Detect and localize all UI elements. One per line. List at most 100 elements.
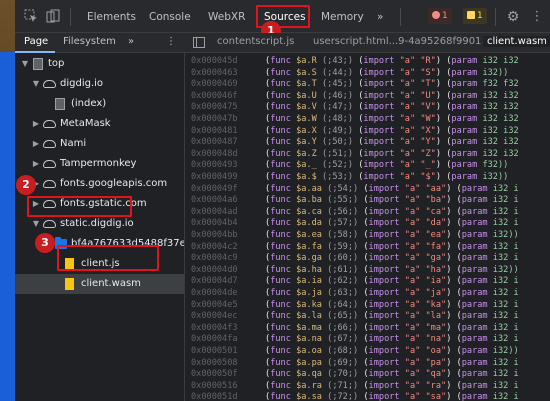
code-editor[interactable]: 0x000045d (func $a.R (;43;) (import "a" "… [185,53,550,401]
line-address: 0x00004b4 [191,218,238,229]
tree-item-index[interactable]: (index) [15,94,184,114]
client-wasm-highlight [57,245,159,271]
code-text: (func $a.$ (;53;) (import "a" "$") (para… [265,172,509,182]
cursor-select-icon[interactable] [23,9,39,25]
line-address: 0x000050f [191,369,238,380]
code-text: (func $a.R (;43;) (import "a" "R") (para… [265,56,519,66]
line-address: 0x00004de [191,288,238,298]
error-badge[interactable]: 1 [428,8,452,24]
tree-item-nami[interactable]: ▶ Nami [15,134,184,154]
more-tabs-button[interactable]: » [377,9,383,25]
code-line: 0x000046f (func $a.U (;46;) (import "a" "… [185,91,550,103]
toolbar-divider [495,8,496,26]
code-line: 0x0000475 (func $a.V (;47;) (import "a" "… [185,102,550,114]
tree-item-tampermonkey[interactable]: ▶ Tampermonkey [15,154,184,174]
cloud-icon [43,120,56,128]
line-address: 0x000046f [191,90,238,101]
line-address: 0x000048d [191,148,238,159]
tab-webxr[interactable]: WebXR [208,9,245,25]
code-line: 0x0000499 (func $a.$ (;53;) (import "a" "… [185,172,550,184]
navigator-menu-icon[interactable]: ⋮ [166,36,176,47]
code-line: 0x00004b4 (func $a.da (;57;) (import "a" … [185,218,550,230]
cloud-icon [43,220,56,228]
code-line: 0x00004c2 (func $a.fa (;59;) (import "a" … [185,242,550,254]
code-line: 0x00004bb (func $a.ea (;58;) (import "a" … [185,230,550,242]
code-line: 0x000048d (func $a.Z (;51;) (import "a" "… [185,149,550,161]
code-text: (func $a.sa (;72;) (import "a" "sa") (pa… [265,392,519,401]
cloud-icon [43,80,56,88]
expanded-arrow-icon: ▼ [32,79,40,88]
line-address: 0x00004bb [191,230,238,240]
tree-item-fonts-googleapis[interactable]: ▶ fonts.googleapis.com [15,174,184,194]
code-text: (func $a.X (;49;) (import "a" "X") (para… [265,125,519,136]
toggle-navigator-icon[interactable] [193,37,205,48]
tab-filesystem[interactable]: Filesystem [63,36,116,47]
code-text: (func $a.da (;57;) (import "a" "da") (pa… [265,218,519,229]
line-address: 0x00004e5 [191,299,238,310]
code-line: 0x00004d7 (func $a.ia (;62;) (import "a" … [185,276,550,288]
line-address: 0x0000475 [191,102,238,113]
toolbar-divider [400,8,401,26]
editor-tab-userscript[interactable]: userscript.html...9-4a95268f9901 [313,36,481,47]
code-text: (func $a.Z (;51;) (import "a" "Z") (para… [265,148,519,159]
code-line: 0x000051d (func $a.sa (;72;) (import "a" … [185,392,550,401]
code-text: (func $a.W (;48;) (import "a" "W") (para… [265,114,519,124]
tree-item-label: MetaMask [60,118,111,129]
tree-item-label: Tampermonkey [60,158,137,169]
code-text: (func $a.ja (;63;) (import "a" "ja") (pa… [265,288,519,298]
tab-page[interactable]: Page [24,36,48,47]
line-address: 0x0000516 [191,380,238,391]
kebab-menu-icon[interactable]: ⋮ [529,9,545,25]
static-digdig-highlight [27,196,132,217]
expanded-arrow-icon: ▼ [32,219,40,228]
code-text: (func $a.oa (;68;) (import "a" "oa") (pa… [265,346,519,356]
error-count: 1 [442,11,448,21]
warning-count: 1 [477,11,483,21]
code-line: 0x00004e5 (func $a.ka (;64;) (import "a" … [185,300,550,312]
step-2-marker: 2 [16,175,36,195]
gear-icon[interactable]: ⚙ [505,9,521,25]
code-text: (func $a.ia (;62;) (import "a" "ia") (pa… [265,276,519,287]
code-line: 0x0000501 (func $a.oa (;68;) (import "a" … [185,346,550,358]
tab-elements[interactable]: Elements [87,9,136,25]
tab-memory[interactable]: Memory [321,9,364,25]
code-line: 0x0000508 (func $a.pa (;69;) (import "a" … [185,358,550,370]
editor-tab-contentscript[interactable]: contentscript.js [217,36,294,47]
line-address: 0x0000469 [191,79,238,90]
page-background-strip [0,0,15,401]
line-address: 0x00004c2 [191,241,238,252]
code-line: 0x0000493 (func $a._ (;52;) (import "a" "… [185,160,550,172]
code-text: (func $a.fa (;59;) (import "a" "fa") (pa… [265,241,519,252]
line-address: 0x000051d [191,392,238,401]
device-toggle-icon[interactable] [45,9,61,25]
code-text: (func $a.aa (;54;) (import "a" "aa") (pa… [265,183,519,194]
expanded-arrow-icon: ▼ [21,59,29,68]
line-address: 0x0000463 [191,67,238,78]
tree-item-label: fonts.googleapis.com [60,178,168,189]
line-address: 0x00004f3 [191,322,238,333]
tree-item-client-wasm[interactable]: client.wasm [15,274,184,294]
line-address: 0x0000499 [191,172,238,182]
line-address: 0x000047b [191,114,238,124]
tab-console[interactable]: Console [149,9,191,25]
line-address: 0x00004d0 [191,264,238,275]
code-text: (func $a.U (;46;) (import "a" "U") (para… [265,90,519,101]
cloud-icon [43,140,56,148]
code-text: (func $a.la (;65;) (import "a" "la") (pa… [265,311,519,322]
code-text: (func $a.ma (;66;) (import "a" "ma") (pa… [265,322,519,333]
tree-item-label: static.digdig.io [60,218,134,229]
code-text: (func $a.ga (;60;) (import "a" "ga") (pa… [265,253,519,264]
tree-item-static-digdig[interactable]: ▼ static.digdig.io [15,214,184,234]
tree-item-metamask[interactable]: ▶ MetaMask [15,114,184,134]
tree-item-digdig[interactable]: ▼ digdig.io [15,74,184,94]
collapsed-arrow-icon: ▶ [32,139,40,148]
tree-item-top[interactable]: ▼ top [15,54,184,74]
cloud-icon [43,180,56,188]
navigator-tabs: Page Filesystem » ⋮ [15,33,185,53]
tree-item-label: digdig.io [60,78,104,89]
more-navigator-tabs[interactable]: » [128,36,134,47]
warning-badge[interactable]: 1 [463,8,487,24]
editor-tab-client-wasm[interactable]: client.wasm [483,36,550,47]
error-icon [432,11,440,19]
editor-tabs: contentscript.js userscript.html...9-4a9… [185,33,550,53]
